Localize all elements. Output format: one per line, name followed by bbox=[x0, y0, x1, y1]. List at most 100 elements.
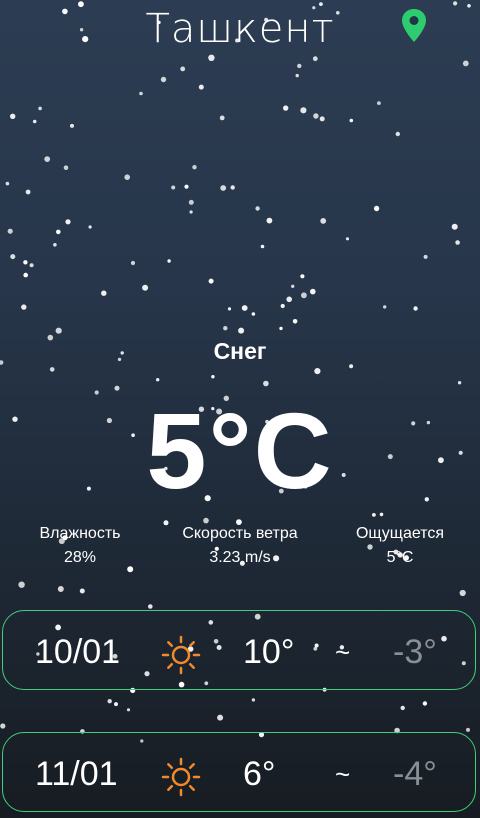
snowflake bbox=[211, 375, 215, 379]
snowflake bbox=[238, 327, 245, 334]
snowflake bbox=[124, 174, 130, 180]
forecast-date: 11/01 bbox=[35, 755, 118, 793]
snowflake bbox=[451, 223, 458, 230]
snowflake bbox=[171, 185, 176, 190]
forecast-separator: ~ bbox=[335, 759, 351, 789]
snowflake bbox=[300, 274, 305, 279]
snowflake bbox=[379, 512, 384, 517]
snowflake bbox=[251, 698, 256, 702]
snowflake bbox=[230, 185, 235, 190]
sun-icon bbox=[161, 635, 201, 675]
snowflake bbox=[260, 244, 265, 249]
snowflake bbox=[160, 76, 167, 83]
snowflake bbox=[198, 84, 204, 90]
snowflake bbox=[53, 243, 57, 247]
snowflake bbox=[297, 63, 302, 69]
snowflake bbox=[314, 368, 321, 375]
snowflake bbox=[188, 199, 194, 205]
snowflake bbox=[5, 181, 10, 186]
humidity-value: 28% bbox=[63, 549, 97, 566]
snowflake bbox=[286, 296, 293, 303]
snowflake bbox=[292, 319, 298, 324]
snowflake bbox=[38, 106, 42, 111]
snowflake bbox=[208, 278, 214, 284]
forecast-date: 10/01 bbox=[35, 633, 121, 671]
snowflake bbox=[241, 305, 248, 311]
feels-like-stat: Ощущается 5°C bbox=[340, 522, 460, 570]
feels-like-value: 5°C bbox=[386, 549, 414, 566]
snowflake bbox=[219, 115, 225, 121]
snowflake bbox=[223, 326, 228, 331]
snowflake bbox=[372, 513, 376, 517]
snowflake bbox=[107, 699, 112, 704]
humidity-stat: Влажность 28% bbox=[20, 522, 140, 570]
snowflake bbox=[49, 367, 55, 372]
forecast-separator: ~ bbox=[335, 637, 351, 667]
snowflake bbox=[266, 217, 273, 224]
snowflake bbox=[167, 259, 171, 263]
snowflake bbox=[455, 240, 460, 245]
snowflake bbox=[227, 307, 232, 311]
snowflake bbox=[263, 380, 269, 387]
snowflake bbox=[18, 581, 25, 588]
snowflake bbox=[88, 225, 92, 229]
wind-value: 3.23 m/s bbox=[209, 549, 271, 566]
weather-condition: Снег bbox=[213, 338, 267, 364]
forecast-day-card[interactable]: 11/01 6° ~ -4° bbox=[2, 732, 476, 812]
snowflake bbox=[457, 381, 462, 385]
snowflake bbox=[279, 326, 283, 331]
snowflake bbox=[373, 205, 380, 212]
snowflake bbox=[310, 288, 316, 295]
snowflake bbox=[114, 702, 118, 707]
snowflake bbox=[459, 589, 466, 597]
snowflake bbox=[180, 66, 186, 72]
forecast-low: -4° bbox=[393, 755, 437, 793]
snowflake bbox=[301, 292, 307, 299]
snowflake bbox=[300, 107, 307, 114]
snowflake bbox=[10, 254, 16, 260]
snowflake bbox=[453, 1, 458, 6]
snowflake bbox=[139, 91, 143, 96]
snowflake bbox=[130, 260, 136, 266]
snowflake bbox=[377, 101, 381, 105]
forecast-low: -3° bbox=[393, 633, 437, 671]
snowflake bbox=[148, 604, 153, 609]
snowflake bbox=[57, 586, 64, 592]
snowflake bbox=[10, 113, 16, 120]
snowflake bbox=[70, 123, 74, 128]
snowflake bbox=[395, 131, 400, 137]
snowflake bbox=[44, 156, 51, 163]
snowflake bbox=[184, 184, 189, 189]
snowflake bbox=[7, 228, 13, 234]
snowflake bbox=[65, 219, 71, 225]
wind-stat: Скорость ветра 3.23 m/s bbox=[165, 522, 315, 570]
snowflake bbox=[0, 723, 6, 729]
snowflake bbox=[312, 56, 318, 62]
snowflake bbox=[291, 284, 295, 288]
sun-icon bbox=[161, 757, 201, 797]
snowflake bbox=[101, 290, 107, 296]
snowflake bbox=[422, 701, 428, 706]
snowflake bbox=[319, 116, 325, 122]
snowflake bbox=[126, 708, 131, 712]
snowflake bbox=[21, 304, 27, 310]
snowflake bbox=[400, 705, 405, 711]
forecast-high: 6° bbox=[243, 755, 276, 793]
snowflake bbox=[29, 263, 34, 268]
snowflake bbox=[220, 185, 227, 191]
forecast-day-card[interactable]: 10/01 10° ~ -3° bbox=[2, 610, 476, 690]
snowflake bbox=[192, 165, 197, 170]
snowflake bbox=[25, 189, 31, 195]
snowflake bbox=[217, 714, 224, 721]
snowflake bbox=[251, 312, 256, 316]
snowflake bbox=[349, 118, 354, 123]
snowflake bbox=[280, 303, 285, 309]
snowflake bbox=[283, 105, 289, 111]
snowflake bbox=[156, 378, 160, 382]
location-pin-icon[interactable] bbox=[400, 8, 428, 44]
snowflake bbox=[320, 218, 327, 224]
current-temperature: 5°C bbox=[146, 390, 334, 511]
snowflake bbox=[23, 272, 29, 278]
feels-like-label: Ощущается bbox=[355, 525, 445, 542]
snowflake bbox=[208, 54, 215, 61]
